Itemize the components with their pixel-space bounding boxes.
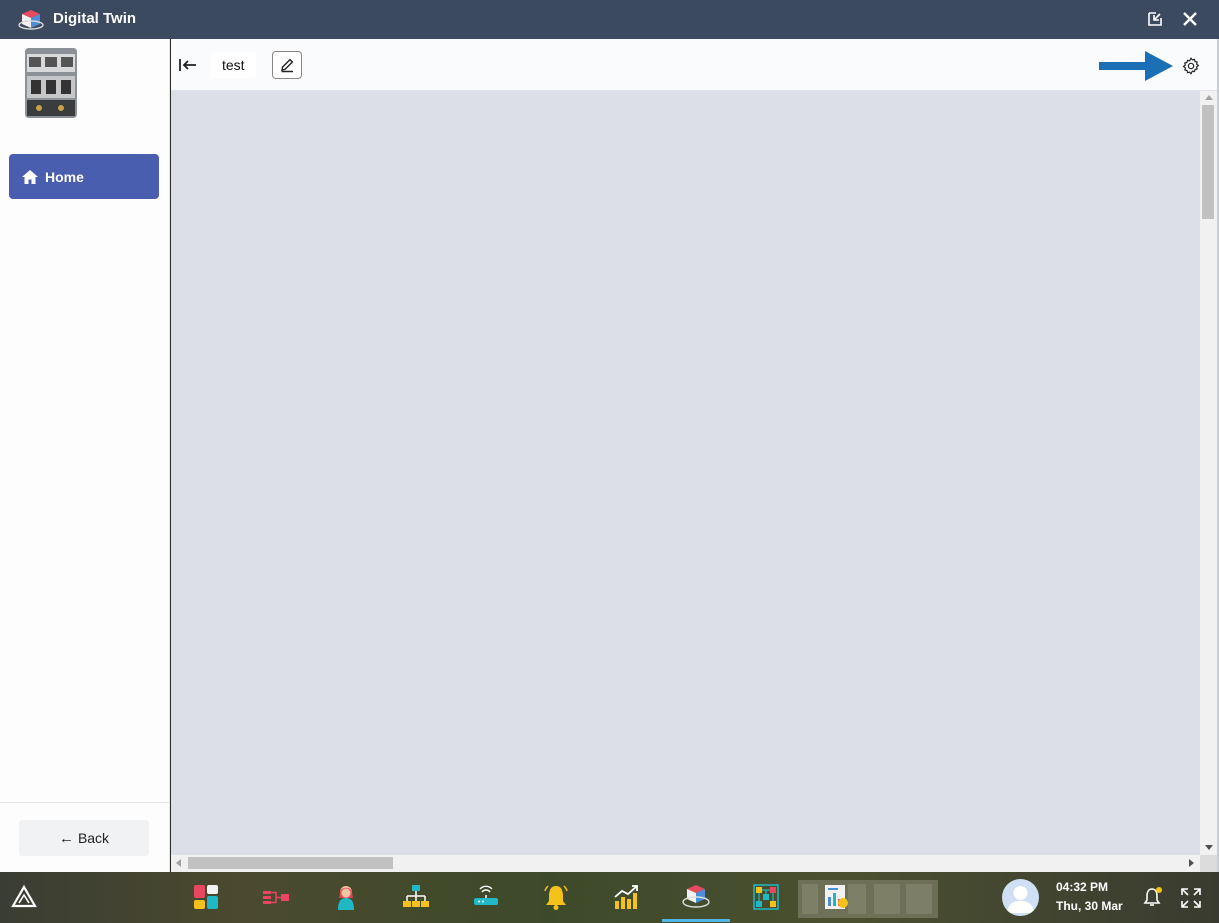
back-button-label: Back xyxy=(77,830,110,846)
scrollbar-thumb[interactable] xyxy=(188,857,393,869)
scroll-up-icon[interactable] xyxy=(1205,95,1213,100)
tab-test[interactable]: test xyxy=(211,52,256,78)
taskbar: 04:32 PM Thu, 30 Mar xyxy=(0,872,1219,923)
collapse-left-icon[interactable] xyxy=(178,56,198,74)
twin-canvas[interactable] xyxy=(171,91,1200,855)
scroll-down-icon[interactable] xyxy=(1205,845,1213,850)
scroll-left-icon[interactable] xyxy=(176,859,181,867)
user-icon xyxy=(1007,886,1034,913)
report-icon[interactable] xyxy=(822,883,850,911)
clock-time: 04:32 PM xyxy=(1056,880,1109,894)
scroll-right-icon[interactable] xyxy=(1189,859,1194,867)
title-bar: Digital Twin xyxy=(0,0,1219,39)
sidebar-divider xyxy=(0,802,170,803)
person-icon[interactable] xyxy=(332,883,360,911)
vertical-scrollbar[interactable] xyxy=(1200,91,1217,855)
equipment-thumbnail xyxy=(25,48,77,118)
sidebar-item-label: Home xyxy=(45,168,84,185)
annotation-arrow-icon xyxy=(1099,51,1173,81)
background-notes xyxy=(798,880,938,918)
dashboard-icon[interactable] xyxy=(192,883,220,911)
sidebar: Home ← Back xyxy=(0,39,170,872)
tab-label: test xyxy=(222,57,245,73)
pencil-icon xyxy=(281,58,294,73)
bell-alert-icon[interactable] xyxy=(542,883,570,911)
clock-date: Thu, 30 Mar xyxy=(1056,899,1123,913)
scrollbar-corner xyxy=(1200,855,1217,872)
logo-triangle-icon[interactable] xyxy=(10,883,38,911)
arrow-left-icon: ← xyxy=(58,829,74,847)
gear-icon[interactable] xyxy=(1181,56,1201,76)
cube-logo-icon xyxy=(18,10,44,30)
back-button[interactable]: ← Back xyxy=(19,820,149,856)
window-title: Digital Twin xyxy=(53,10,137,27)
sidebar-item-home[interactable]: Home xyxy=(9,154,159,199)
fullscreen-icon[interactable] xyxy=(1180,887,1202,909)
notification-bell-icon[interactable] xyxy=(1140,885,1164,909)
horizontal-scrollbar[interactable] xyxy=(171,855,1200,872)
grid-nodes-icon[interactable] xyxy=(752,883,780,911)
active-app-indicator xyxy=(662,919,730,922)
home-icon xyxy=(22,169,38,184)
flow-icon[interactable] xyxy=(262,883,290,911)
close-icon[interactable] xyxy=(1180,9,1200,29)
digital-twin-icon[interactable] xyxy=(682,883,710,911)
edit-button[interactable] xyxy=(272,51,302,79)
trend-chart-icon[interactable] xyxy=(612,883,640,911)
router-icon[interactable] xyxy=(472,883,500,911)
popout-icon[interactable] xyxy=(1146,10,1164,28)
avatar[interactable] xyxy=(1002,879,1039,916)
toolbar: test xyxy=(171,39,1217,91)
hierarchy-icon[interactable] xyxy=(402,883,430,911)
scrollbar-thumb[interactable] xyxy=(1202,105,1214,219)
